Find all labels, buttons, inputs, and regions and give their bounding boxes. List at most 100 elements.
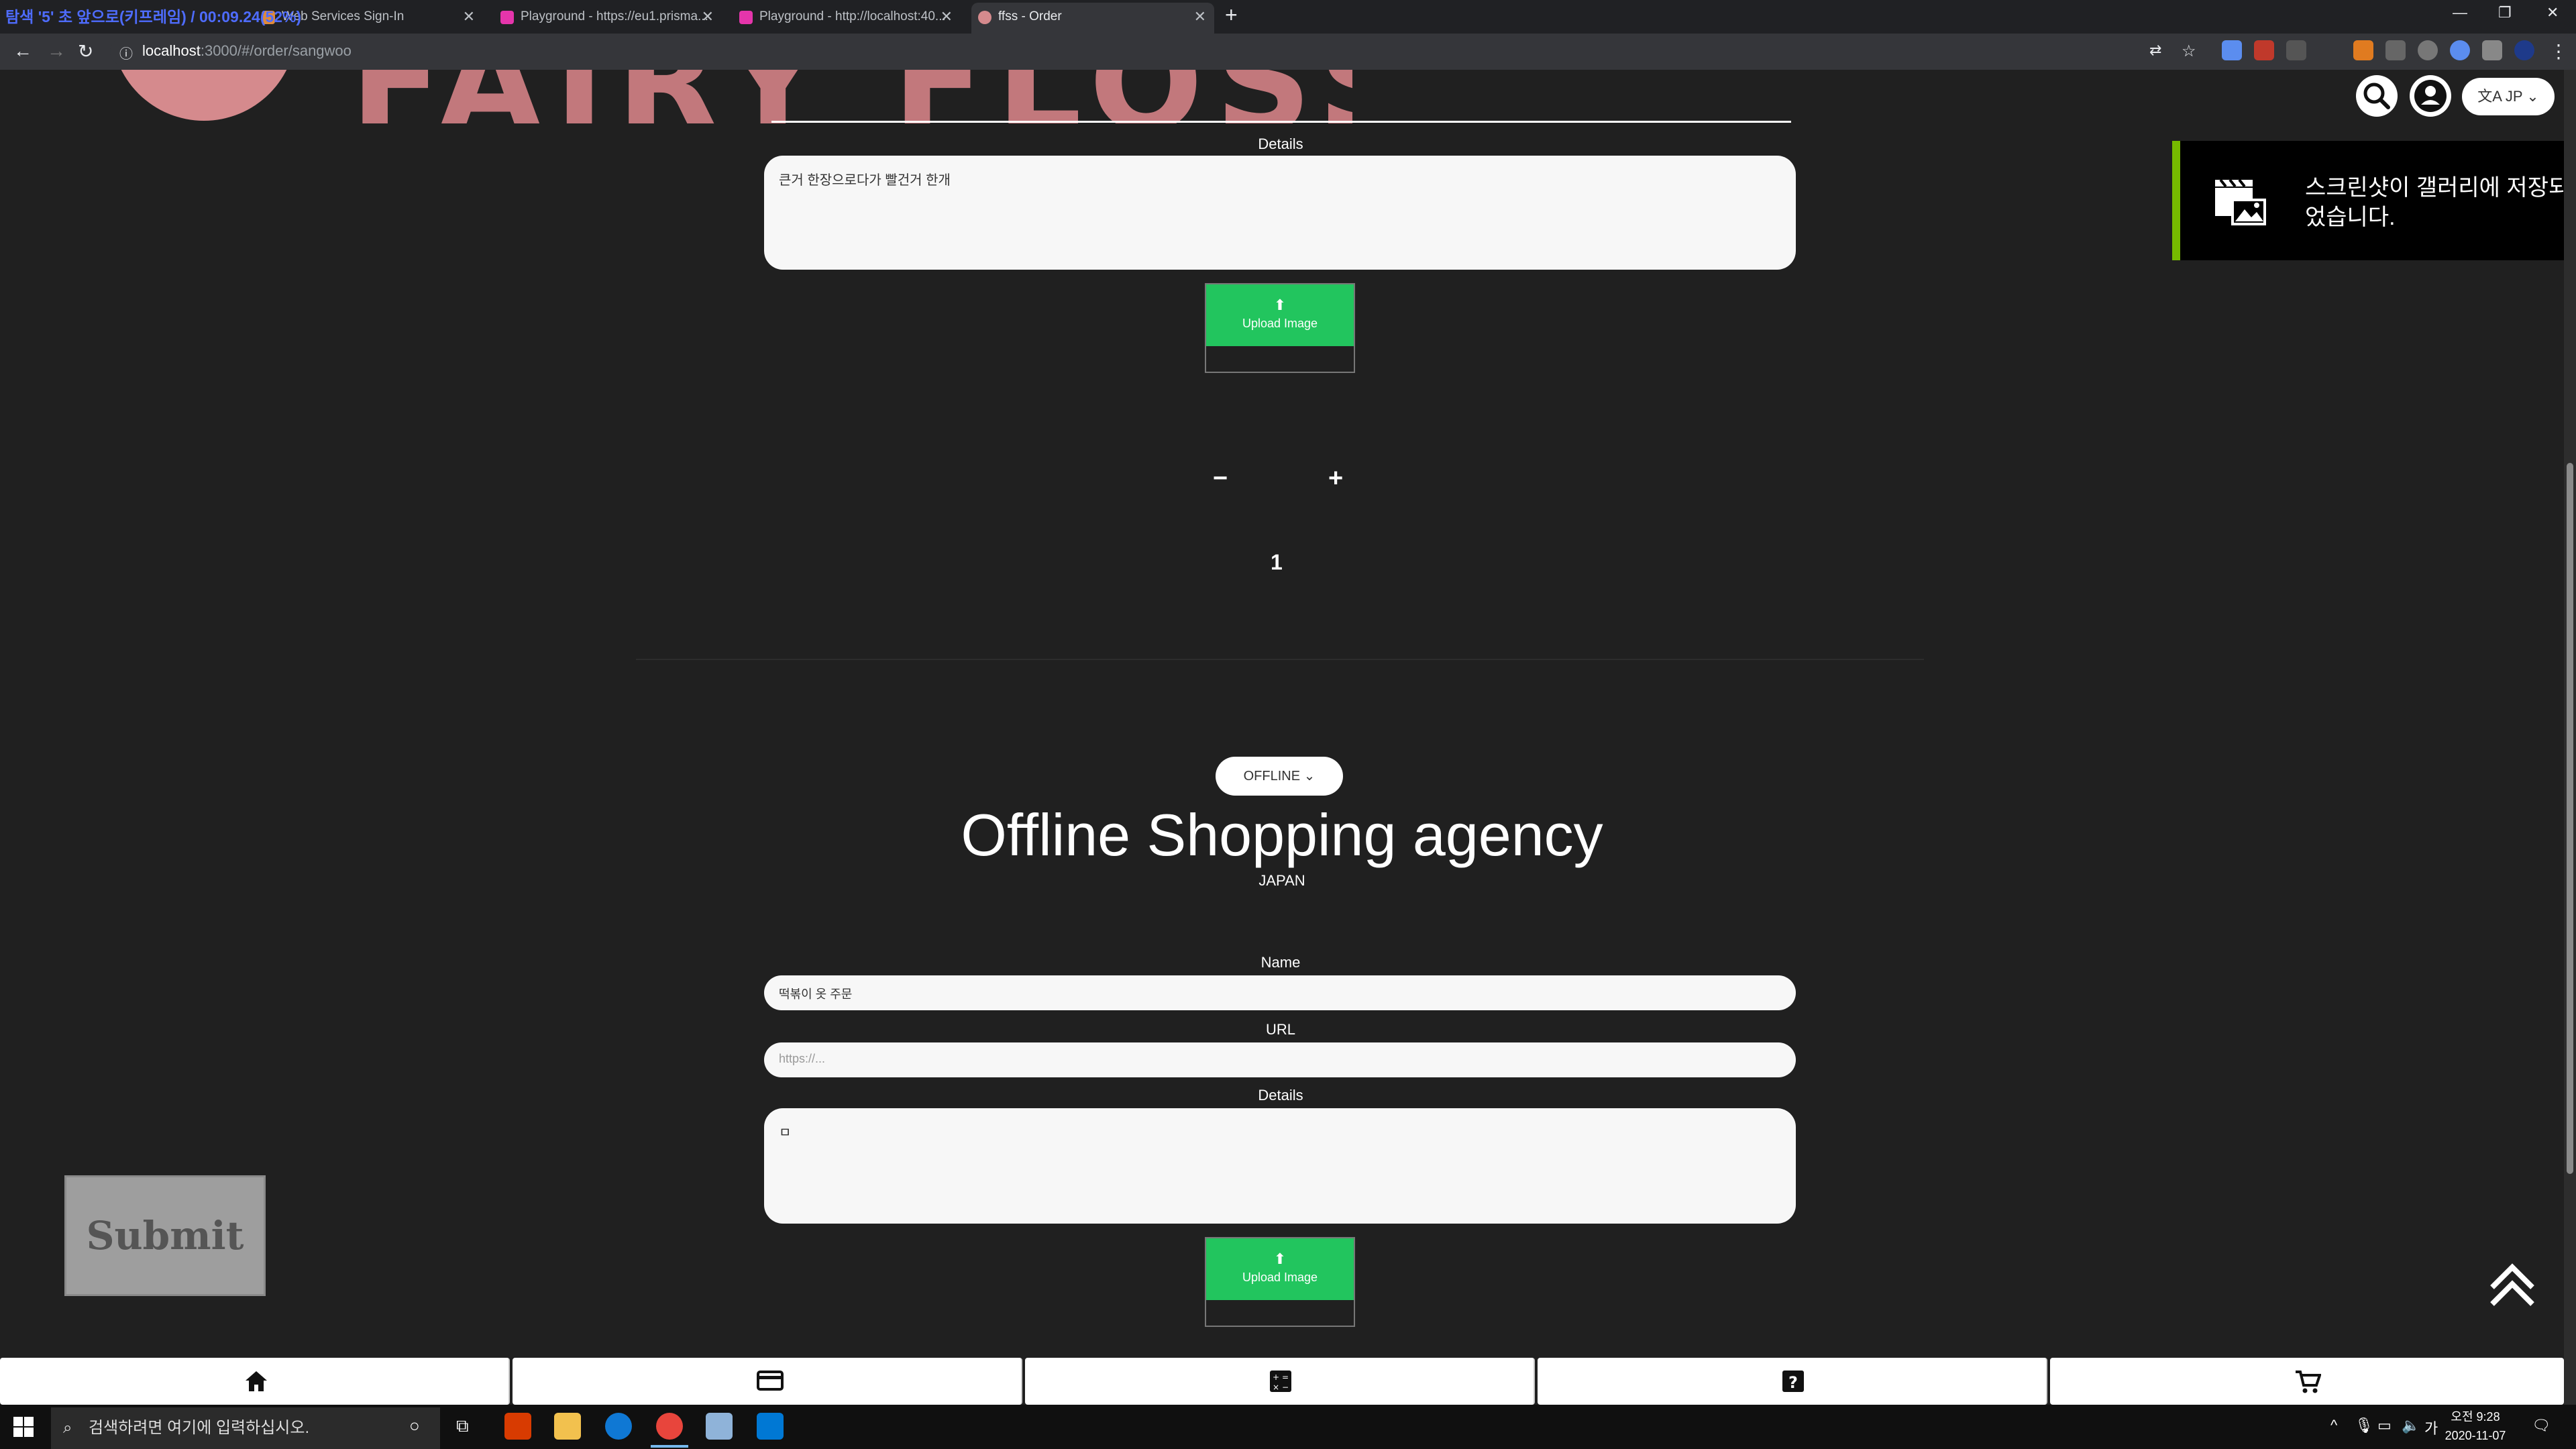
extension-icon[interactable] <box>2353 40 2373 60</box>
forward-icon[interactable]: → <box>47 40 66 62</box>
extension-icon[interactable] <box>2254 40 2274 60</box>
tab-playground-localhost[interactable]: Playground - http://localhost:40... ✕ <box>733 3 961 34</box>
edge-browser-icon[interactable] <box>605 1413 632 1440</box>
tab-playground-prisma[interactable]: Playground - https://eu1.prisma... ✕ <box>494 3 722 34</box>
address-url[interactable]: localhost:3000/#/order/sangwoo <box>142 42 352 60</box>
upload-image-button[interactable]: ⬆ Upload Image <box>1206 284 1354 346</box>
restore-icon[interactable]: ❐ <box>2498 4 2512 21</box>
upload-image-button[interactable]: ⬆ Upload Image <box>1206 1238 1354 1300</box>
quantity-increase-button[interactable]: + <box>1328 464 1343 493</box>
quantity-decrease-button[interactable]: − <box>1213 464 1228 493</box>
scrollbar-thumb[interactable] <box>2567 463 2573 1174</box>
extension-icon[interactable] <box>2450 40 2470 60</box>
nav-home[interactable] <box>0 1358 510 1405</box>
details-label: Details <box>1258 136 1303 152</box>
browser-tab-strip: Web Services Sign-In ✕ Playground - http… <box>0 0 2576 34</box>
translate-icon[interactable]: ⇄ <box>2149 42 2161 59</box>
office-app-icon[interactable] <box>504 1413 531 1440</box>
service-type-label: OFFLINE <box>1243 769 1301 784</box>
svg-text:−: − <box>1282 1383 1289 1392</box>
credit-card-icon <box>757 1371 784 1391</box>
language-label: JP <box>2505 88 2523 105</box>
translate-icon: 文A <box>2477 88 2506 105</box>
volume-icon[interactable]: 🔈 <box>2402 1417 2420 1434</box>
svg-text:=: = <box>1282 1373 1289 1382</box>
logo-mascot <box>111 70 297 121</box>
task-view-icon[interactable]: ⧉ <box>456 1415 469 1437</box>
url-label: URL <box>1265 1021 1295 1038</box>
search-button[interactable] <box>2356 75 2398 117</box>
video-seek-overlay: 탐색 '5' 초 앞으로(키프레임) / 00:09.24(52%) <box>5 8 302 25</box>
back-icon[interactable]: ← <box>13 40 32 62</box>
extension-icon[interactable] <box>2286 40 2306 60</box>
service-country: JAPAN <box>1258 872 1305 889</box>
nav-help[interactable]: ? <box>1538 1358 2047 1405</box>
service-type-dropdown[interactable]: OFFLINE ⌄ <box>1216 757 1343 796</box>
bookmark-star-icon[interactable]: ☆ <box>2182 42 2196 61</box>
tab-ffss-order[interactable]: ffss - Order ✕ <box>971 3 1214 34</box>
name-label: Name <box>1260 954 1301 971</box>
windows-start-button[interactable] <box>13 1417 34 1437</box>
file-explorer-icon[interactable] <box>554 1413 581 1440</box>
taskbar-search-placeholder: 검색하려면 여기에 입력하십시오. <box>89 1419 310 1437</box>
language-select[interactable]: 文A JP ⌄ <box>2462 78 2555 115</box>
quantity-value: 1 <box>1271 550 1283 574</box>
tab-close-icon[interactable]: ✕ <box>702 3 714 31</box>
taskbar-search-box[interactable]: ⌕ 검색하려면 여기에 입력하십시오. <box>51 1407 440 1449</box>
upload-label: Upload Image <box>1242 317 1318 330</box>
cortana-icon[interactable]: ○ <box>409 1415 420 1436</box>
search-icon <box>2363 83 2390 109</box>
extension-icon[interactable] <box>2222 40 2242 60</box>
scroll-to-top-button[interactable] <box>2482 1257 2542 1311</box>
close-window-icon[interactable]: ✕ <box>2546 4 2559 21</box>
tab-close-icon[interactable]: ✕ <box>1194 3 1206 31</box>
nav-calculator[interactable]: + = × − <box>1025 1358 1535 1405</box>
clock-date: 2020-11-07 <box>2445 1429 2506 1442</box>
toast-message: 스크린샷이 갤러리에 저장되었습니다. <box>2305 175 2564 230</box>
svg-text:+: + <box>1273 1373 1279 1382</box>
name-input[interactable]: 떡볶이 옷 주문 <box>764 975 1796 1010</box>
ime-indicator[interactable]: 가 <box>2424 1417 2438 1438</box>
details-textarea[interactable]: 큰거 한장으로다가 빨건거 한개 <box>764 156 1796 270</box>
nav-payment[interactable] <box>513 1358 1022 1405</box>
chrome-browser-icon[interactable] <box>656 1413 683 1440</box>
submit-button[interactable]: Submit <box>64 1175 266 1296</box>
extensions-puzzle-icon[interactable] <box>2482 40 2502 60</box>
extension-icon[interactable] <box>2385 40 2406 60</box>
notepad-app-icon[interactable] <box>706 1413 733 1440</box>
profile-avatar-icon[interactable] <box>2514 40 2534 60</box>
tab-title: ffss - Order <box>998 9 1062 23</box>
active-app-indicator <box>651 1445 688 1448</box>
clapperboard-gallery-icon <box>2215 178 2266 225</box>
browser-toolbar: ← → ↻ ⓘ localhost:3000/#/order/sangwoo ⇄… <box>0 34 2576 70</box>
reload-icon[interactable]: ↻ <box>78 40 93 62</box>
tab-close-icon[interactable]: ✕ <box>463 3 475 31</box>
ffss-favicon-icon <box>978 11 991 24</box>
network-icon[interactable]: ▭ <box>2377 1417 2392 1434</box>
service-title: Offline Shopping agency <box>961 802 1603 868</box>
browser-menu-icon[interactable]: ⋮ <box>2549 40 2568 62</box>
upload-image-dropzone[interactable]: ⬆ Upload Image <box>1205 283 1355 373</box>
notification-center-icon[interactable]: 🗨 <box>2532 1417 2551 1434</box>
details-textarea[interactable]: ㅁ <box>764 1108 1796 1224</box>
nav-cart[interactable] <box>2050 1358 2564 1405</box>
url-input[interactable]: https://... <box>764 1042 1796 1077</box>
account-button[interactable] <box>2410 75 2451 117</box>
upload-image-dropzone[interactable]: ⬆ Upload Image <box>1205 1237 1355 1327</box>
svg-text:×: × <box>1273 1383 1279 1392</box>
logo-wordmark: FAIRY FLOSS <box>350 70 1352 123</box>
extension-icon[interactable] <box>2418 40 2438 60</box>
clock-time: 오전 9:28 <box>2451 1410 2500 1424</box>
minimize-icon[interactable]: — <box>2453 4 2467 21</box>
fairy-floss-logo: FAIRY FLOSS <box>111 70 1352 123</box>
microphone-icon[interactable]: 🎙 <box>2355 1417 2373 1434</box>
taskbar-clock[interactable]: 오전 9:28 2020-11-07 <box>2442 1407 2509 1445</box>
tab-close-icon[interactable]: ✕ <box>941 3 953 31</box>
site-info-icon[interactable]: ⓘ <box>119 43 133 62</box>
new-tab-button[interactable]: + <box>1225 3 1238 28</box>
url-path: :3000/#/order/sangwoo <box>200 42 352 59</box>
address-bar[interactable] <box>110 38 2277 66</box>
vscode-app-icon[interactable] <box>757 1413 784 1440</box>
tab-title: Playground - https://eu1.prisma... <box>521 9 708 23</box>
tray-expand-icon[interactable]: ^ <box>2330 1417 2337 1434</box>
